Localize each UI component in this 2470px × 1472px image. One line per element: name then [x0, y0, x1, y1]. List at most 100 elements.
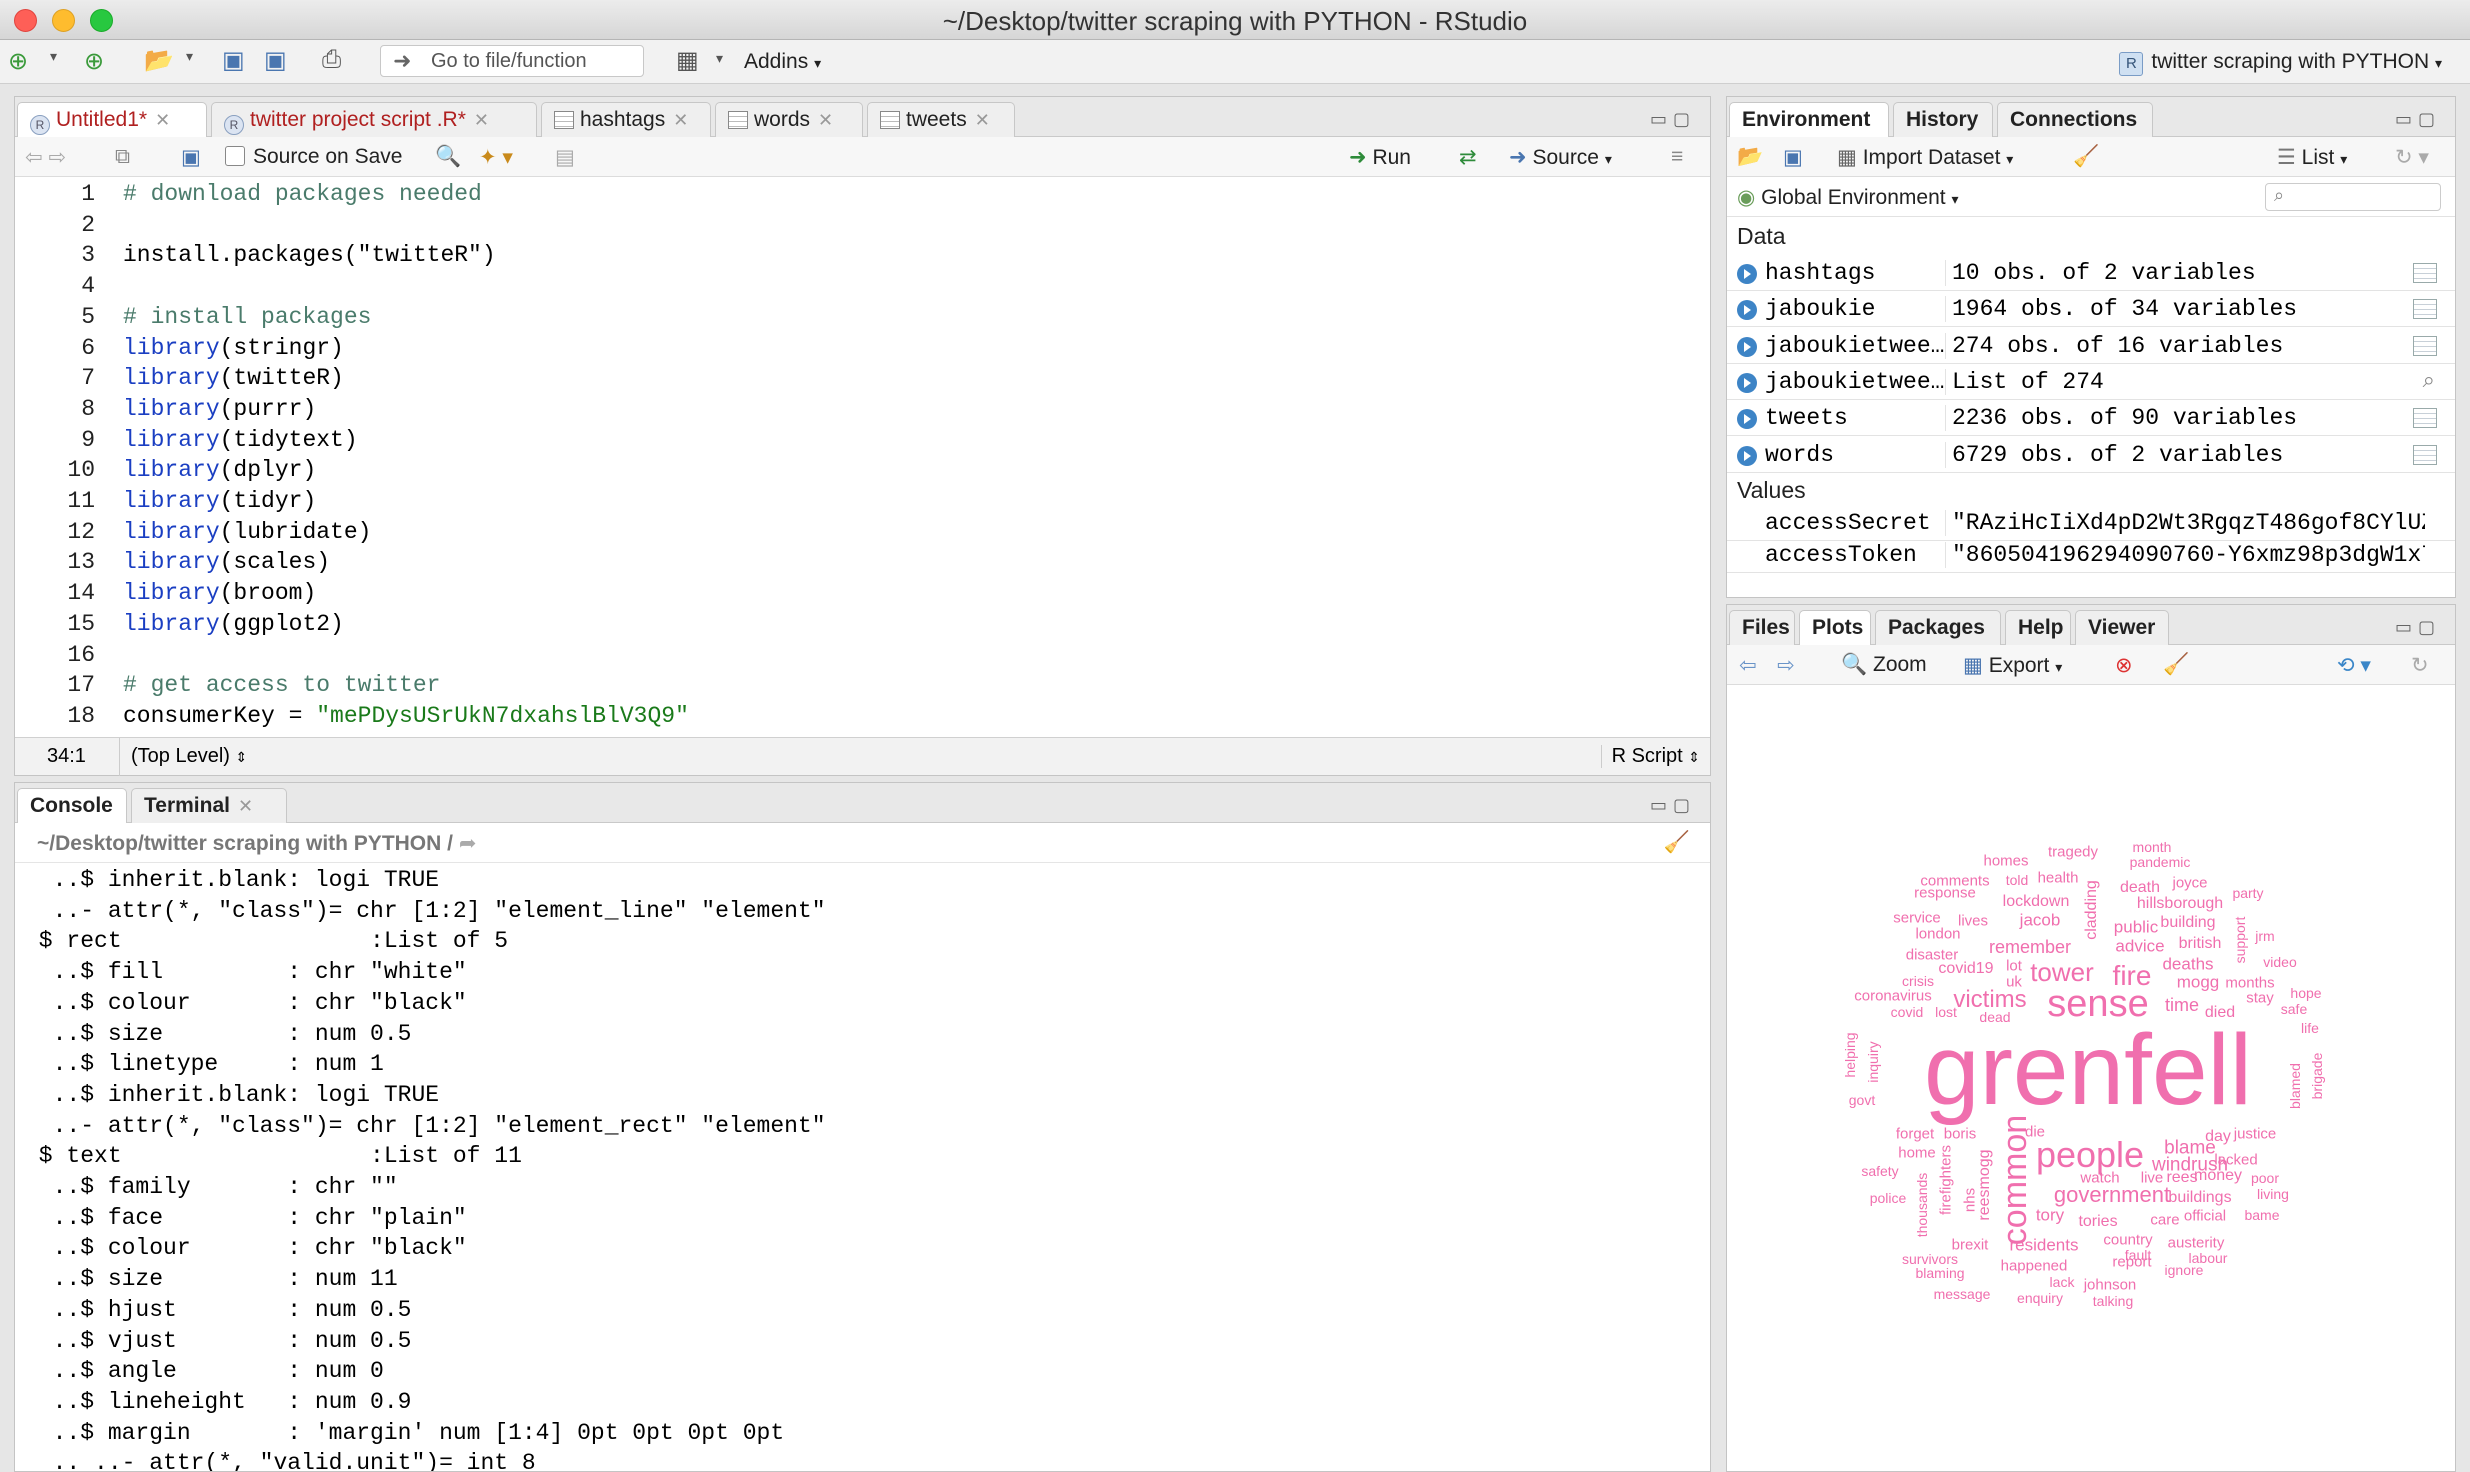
save-file-icon[interactable]: ▣: [181, 145, 201, 170]
rerun-icon[interactable]: ⇄: [1459, 145, 1477, 170]
panes-dropdown-icon[interactable]: ▾: [716, 50, 723, 67]
tab-connections[interactable]: Connections: [1997, 102, 2153, 137]
tab-packages[interactable]: Packages: [1875, 610, 2001, 645]
close-tab-icon[interactable]: ✕: [474, 110, 489, 130]
global-environment-menu[interactable]: ◉ Global Environment ▾: [1737, 185, 1958, 210]
tab-hashtags[interactable]: hashtags ✕: [541, 102, 711, 137]
close-tab-icon[interactable]: ✕: [818, 110, 833, 130]
word-cloud-term: report: [2112, 1253, 2152, 1271]
expand-icon[interactable]: [1737, 336, 1757, 357]
view-data-icon[interactable]: [2413, 299, 2437, 320]
close-tab-icon[interactable]: ✕: [673, 110, 688, 130]
refresh-plot-icon[interactable]: ↻: [2411, 653, 2429, 678]
code-editor[interactable]: 1 # download packages needed 2 3 install.pac…: [15, 177, 1710, 735]
environment-row[interactable]: hashtags 10 obs. of 2 variables: [1727, 255, 2455, 291]
document-outline-icon[interactable]: ≡: [1671, 145, 1683, 169]
view-data-icon[interactable]: [2413, 444, 2437, 465]
environment-row[interactable]: accessToken "860504196294090760-Y6xmz98p3…: [1727, 537, 2455, 573]
tab-files[interactable]: Files: [1729, 610, 1795, 645]
code-tools-icon[interactable]: ✦ ▾: [479, 145, 513, 170]
tab-history[interactable]: History: [1893, 102, 1993, 137]
tab-tweets[interactable]: tweets ✕: [867, 102, 1015, 137]
tab-viewer[interactable]: Viewer: [2075, 610, 2169, 645]
print-icon[interactable]: ⎙: [322, 46, 341, 74]
tab-console[interactable]: Console: [17, 788, 127, 824]
expand-icon[interactable]: [1737, 409, 1757, 430]
clear-workspace-icon[interactable]: 🧹: [2073, 145, 2099, 169]
pane-window-buttons[interactable]: ▭▢: [1650, 795, 1696, 816]
save-all-icon[interactable]: ▣: [264, 46, 287, 75]
project-menu[interactable]: Rtwitter scraping with PYTHON ▾: [2119, 50, 2442, 76]
close-tab-icon[interactable]: ✕: [975, 110, 990, 130]
word-cloud-term: happened: [2000, 1257, 2068, 1275]
close-tab-icon[interactable]: ✕: [155, 110, 170, 130]
console-line: ..$ lineheight : num 0.9: [25, 1388, 412, 1415]
console-line: $ rect :List of 5: [25, 928, 509, 955]
new-file-dropdown-icon[interactable]: ▾: [50, 48, 57, 65]
expand-icon[interactable]: [1737, 300, 1757, 321]
view-data-icon[interactable]: [2413, 263, 2437, 283]
clear-plots-icon[interactable]: 🧹: [2163, 653, 2189, 677]
environment-row[interactable]: words 6729 obs. of 2 variables: [1727, 437, 2455, 473]
source-button[interactable]: ➜ Source ▾: [1509, 145, 1612, 170]
addins-menu[interactable]: Addins ▾: [744, 50, 821, 74]
environment-row[interactable]: jaboukietwee… List of 274 ⌕: [1727, 364, 2455, 400]
find-replace-icon[interactable]: 🔍: [435, 145, 461, 169]
pane-window-buttons[interactable]: ▭▢: [1650, 109, 1696, 130]
tab-plots[interactable]: Plots: [1799, 610, 1871, 646]
pane-window-buttons[interactable]: ▭▢: [2395, 617, 2441, 638]
tab-words[interactable]: words ✕: [715, 102, 863, 137]
environment-search-input[interactable]: ⌕: [2265, 183, 2441, 211]
close-tab-icon[interactable]: ✕: [238, 796, 253, 816]
new-file-icon[interactable]: ⊕: [8, 47, 28, 76]
next-plot-icon[interactable]: ⇨: [1777, 653, 1795, 678]
open-recent-dropdown-icon[interactable]: ▾: [186, 48, 193, 65]
clear-console-icon[interactable]: 🧹: [1664, 831, 1690, 855]
source-on-save-checkbox[interactable]: Source on Save: [225, 145, 402, 169]
goto-file-input[interactable]: ➜ Go to file/function: [380, 45, 644, 77]
environment-row[interactable]: accessSecret "RAziHcIiXd4pD2Wt3RgqzT486go…: [1727, 505, 2455, 541]
argument: (dplyr): [219, 457, 317, 484]
tab-untitled1[interactable]: R Untitled1* ✕: [17, 102, 207, 138]
environment-row[interactable]: jaboukie 1964 obs. of 34 variables: [1727, 291, 2455, 328]
expand-icon[interactable]: [1737, 372, 1757, 393]
refresh-icon[interactable]: ↻ ▾: [2395, 145, 2429, 170]
expand-icon[interactable]: [1737, 445, 1757, 466]
tab-twitter-project-script[interactable]: Rtwitter project script .R* ✕: [211, 102, 537, 137]
tab-terminal[interactable]: Terminal ✕: [131, 788, 287, 823]
view-data-icon[interactable]: [2413, 408, 2437, 429]
view-data-icon[interactable]: [2413, 335, 2437, 356]
import-dataset-button[interactable]: ▦ Import Dataset ▾: [1837, 145, 2013, 170]
save-workspace-icon[interactable]: ▣: [1783, 145, 1803, 170]
load-workspace-icon[interactable]: 📂: [1737, 145, 1763, 169]
code-text: library(ggplot2): [123, 611, 344, 637]
scope-menu[interactable]: (Top Level) ⇕: [131, 745, 247, 768]
new-project-icon[interactable]: ⊕: [84, 47, 104, 76]
compile-report-icon[interactable]: ▤: [555, 145, 575, 170]
expand-icon[interactable]: [1737, 264, 1757, 284]
export-icon: ▦: [1963, 654, 1983, 677]
workspace-panes-icon[interactable]: ▦: [676, 46, 699, 75]
save-icon[interactable]: ▣: [222, 46, 245, 75]
remove-plot-icon[interactable]: ⊗: [2115, 653, 2133, 678]
pane-window-buttons[interactable]: ▭▢: [2395, 109, 2441, 130]
file-type-menu[interactable]: R Script ⇕: [1600, 745, 1700, 768]
word-cloud-term: buildings: [2168, 1189, 2232, 1206]
list-view-menu[interactable]: ☰ List ▾: [2277, 145, 2347, 170]
tab-environment[interactable]: Environment: [1729, 102, 1889, 138]
run-button[interactable]: ➜ Run: [1349, 145, 1411, 170]
tab-help[interactable]: Help: [2005, 610, 2071, 645]
show-in-window-icon[interactable]: ⧉: [115, 145, 130, 169]
previous-plot-icon[interactable]: ⇦: [1739, 653, 1757, 678]
console-output[interactable]: ..$ inherit.blank: logi TRUE ..- attr(*,…: [15, 867, 1710, 1471]
word-cloud-term: deaths: [2162, 954, 2214, 974]
open-file-icon[interactable]: 📂: [144, 46, 174, 75]
view-list-icon[interactable]: ⌕: [2423, 367, 2435, 393]
console-working-dir[interactable]: ~/Desktop/twitter scraping with PYTHON /…: [37, 831, 476, 856]
environment-row[interactable]: tweets 2236 obs. of 90 variables: [1727, 400, 2455, 437]
publish-icon[interactable]: ⟲ ▾: [2337, 653, 2371, 678]
back-icon[interactable]: ⇦ ⇨: [25, 145, 66, 170]
export-button[interactable]: ▦ Export ▾: [1963, 653, 2062, 678]
zoom-button[interactable]: 🔍 Zoom: [1841, 653, 1927, 677]
environment-row[interactable]: jaboukietwee… 274 obs. of 16 variables: [1727, 328, 2455, 364]
